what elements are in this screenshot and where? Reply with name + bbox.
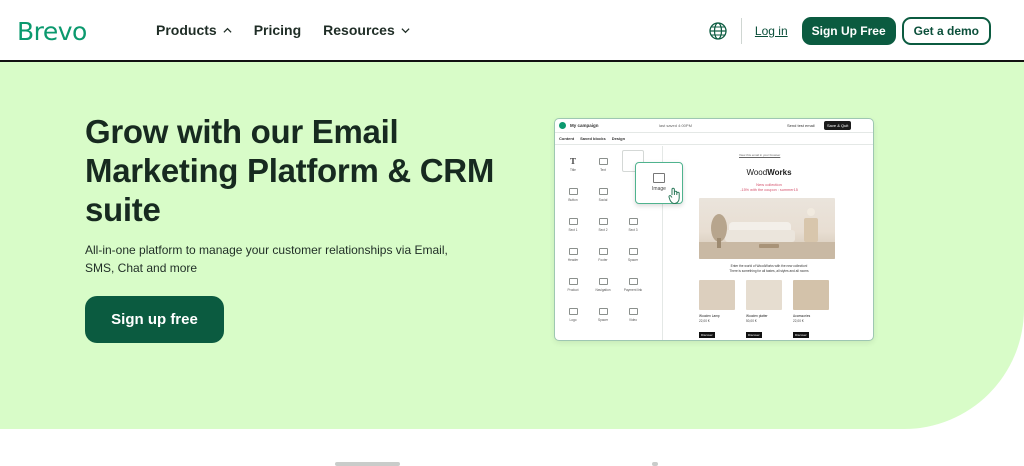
- send-test-button: Send test email: [787, 123, 815, 128]
- hero-subtitle: All-in-one platform to manage your custo…: [85, 243, 448, 275]
- product-card: Wooden platter 50,00 € Discover: [746, 280, 782, 340]
- block-product: Product: [562, 270, 584, 292]
- block-sect2: Sect 2: [592, 210, 614, 232]
- email-canvas: View this email in your browser WoodWork…: [669, 146, 869, 340]
- product-price: 22,00 €: [793, 319, 804, 323]
- product-discover-button: Discover: [793, 332, 809, 338]
- block-spacer: Spacer: [622, 240, 644, 262]
- chevron-down-icon: [401, 27, 410, 33]
- block-logo: Logo: [562, 300, 584, 322]
- saved-status: last saved 4:00PM: [659, 123, 692, 128]
- email-editor-preview: My campaign last saved 4:00PM Send test …: [554, 118, 874, 341]
- partial-logo-1: [335, 462, 400, 466]
- nav-pricing-label: Pricing: [253, 22, 302, 38]
- block-sect3: Sect 3: [622, 210, 644, 232]
- product-discover-button: Discover: [699, 332, 715, 338]
- site-header: Brevo Products Pricing Resources Log in …: [0, 0, 1024, 62]
- editor-topbar: My campaign last saved 4:00PM Send test …: [555, 119, 873, 133]
- nav-resources[interactable]: Resources: [323, 22, 410, 38]
- product-name: Wooden Lamp: [699, 314, 720, 318]
- save-quit-button: Save & Quit: [824, 121, 852, 130]
- product-image: [793, 280, 829, 310]
- product-discover-button: Discover: [746, 332, 762, 338]
- main-nav: Products Pricing Resources: [156, 22, 432, 38]
- campaign-name: My campaign: [570, 123, 599, 128]
- view-online-link: View this email in your browser: [739, 153, 781, 157]
- promo-text: -15% with the coupon : summer15: [740, 188, 798, 192]
- partial-logo-2: [652, 462, 658, 466]
- block-navigation: Navigation: [592, 270, 614, 292]
- chevron-up-icon: [223, 27, 232, 33]
- product-card: Wooden Lamp 22,00 € Discover: [699, 280, 735, 340]
- nav-pricing[interactable]: Pricing: [254, 22, 301, 38]
- login-link[interactable]: Log in: [755, 24, 788, 38]
- tab-saved-blocks: Saved blocks: [580, 136, 606, 141]
- hero-section: Grow with our Email Marketing Platform &…: [0, 62, 1024, 429]
- header-divider: [740, 18, 742, 44]
- tab-content: Content: [559, 136, 575, 141]
- block-text: Text: [592, 150, 614, 172]
- block-social: Social: [592, 180, 614, 202]
- editor-tabs: Content Saved blocks Design: [555, 133, 873, 145]
- block-button: Button: [562, 180, 584, 202]
- block-sect1: Sect 1: [562, 210, 584, 232]
- woodworks-brand: WoodWorks: [746, 168, 792, 177]
- email-desc-line1: Enter the world of WoodWorks with the ne…: [730, 264, 808, 268]
- block-title: T Title: [570, 156, 576, 172]
- nav-products-label: Products: [156, 22, 217, 38]
- nav-resources-label: Resources: [323, 22, 395, 38]
- get-demo-button[interactable]: Get a demo: [901, 17, 991, 45]
- product-price: 50,00 €: [746, 319, 757, 323]
- email-desc-line2: There is something for all tastes, all s…: [729, 269, 809, 273]
- block-payment-link: Payment link: [622, 270, 644, 292]
- living-room-image: [699, 198, 835, 259]
- product-card: Accessories 22,00 € Discover: [793, 280, 829, 340]
- block-spacer-2: Spacer: [592, 300, 614, 322]
- product-image: [746, 280, 782, 310]
- globe-icon[interactable]: [708, 21, 728, 41]
- image-icon: [653, 173, 665, 183]
- block-footer: Footer: [592, 240, 614, 262]
- new-collection-text: New collection: [756, 182, 782, 187]
- hero-title: Grow with our Email Marketing Platform &…: [85, 113, 495, 228]
- brevo-logo[interactable]: Brevo: [17, 17, 87, 46]
- editor-logo-icon: [559, 122, 566, 129]
- signup-button[interactable]: Sign Up Free: [801, 17, 896, 45]
- tab-design: Design: [611, 136, 626, 141]
- hero-signup-button[interactable]: Sign up free: [85, 296, 224, 343]
- product-name: Accessories: [793, 314, 811, 318]
- block-video: Video: [622, 300, 644, 322]
- product-price: 22,00 €: [699, 319, 710, 323]
- product-name: Wooden platter: [746, 314, 768, 318]
- below-fold-section: [0, 429, 1024, 466]
- block-header: Header: [562, 240, 584, 262]
- product-image: [699, 280, 735, 310]
- nav-products[interactable]: Products: [156, 22, 232, 38]
- header-actions: Log in Sign Up Free Get a demo: [708, 17, 991, 45]
